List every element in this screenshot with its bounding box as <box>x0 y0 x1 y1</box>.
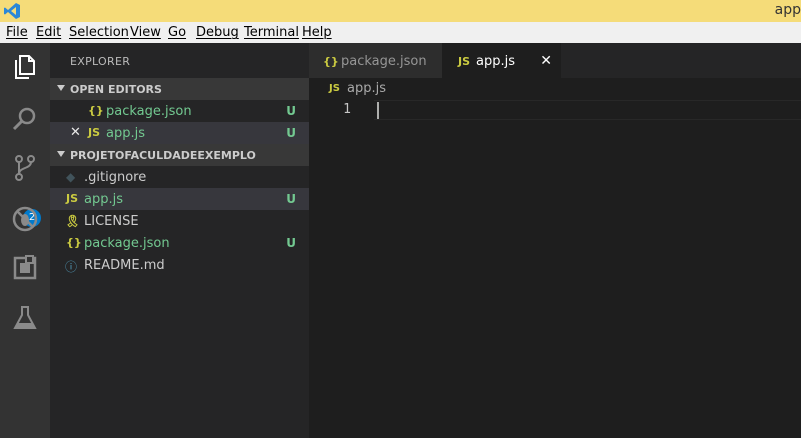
git-status-badge: U <box>286 236 296 250</box>
file-name: package.json <box>84 236 170 251</box>
project-folder-header[interactable]: PROJETOFACULDADEEXEMPLO <box>50 144 309 166</box>
menu-debug[interactable]: Debug <box>196 25 239 40</box>
debug-icon[interactable] <box>10 204 40 234</box>
close-icon[interactable]: ✕ <box>70 125 81 140</box>
json-file-icon: {} <box>88 104 104 117</box>
js-file-icon: JS <box>66 192 79 205</box>
search-icon[interactable] <box>10 104 40 134</box>
js-file-icon: JS <box>88 126 101 139</box>
file-name: .gitignore <box>84 170 147 185</box>
menu-terminal[interactable]: Terminal <box>244 25 299 40</box>
current-line-highlight <box>374 100 801 120</box>
file-item-readme[interactable]: ⓘ README.md <box>50 254 309 276</box>
breadcrumb-item-app-js[interactable]: app.js <box>347 81 386 96</box>
license-file-icon: 🎗 <box>65 214 81 228</box>
open-editor-name: package.json <box>106 104 192 119</box>
project-folder-label: PROJETOFACULDADEEXEMPLO <box>70 149 256 162</box>
tab-package-json[interactable]: {} package.json <box>309 43 442 78</box>
tab-app-js[interactable]: JS app.js ✕ <box>442 43 561 78</box>
explorer-title: EXPLORER <box>70 55 131 68</box>
menu-file[interactable]: File <box>6 25 28 40</box>
vscode-logo-icon <box>4 3 20 19</box>
file-item-gitignore[interactable]: ◆ .gitignore <box>50 166 309 188</box>
menu-help[interactable]: Help <box>302 25 332 40</box>
code-editor[interactable]: 1 <box>309 100 801 438</box>
line-number: 1 <box>343 102 351 117</box>
open-editor-name: app.js <box>106 126 145 141</box>
chevron-down-icon <box>57 151 65 157</box>
file-item-license[interactable]: 🎗 LICENSE <box>50 210 309 232</box>
file-name: LICENSE <box>84 214 139 229</box>
git-status-badge: U <box>286 104 296 118</box>
editor-tab-bar: {} package.json JS app.js ✕ <box>309 43 801 78</box>
file-item-package-json[interactable]: {} package.json U <box>50 232 309 254</box>
explorer-sidebar: EXPLORER OPEN EDITORS {} package.json U … <box>50 43 309 438</box>
info-file-icon: ⓘ <box>65 260 78 274</box>
open-editor-item-package-json[interactable]: {} package.json U <box>50 100 309 122</box>
menu-view[interactable]: View <box>130 25 161 40</box>
open-editor-item-app-js[interactable]: ✕ JS app.js U <box>50 122 309 144</box>
menu-edit[interactable]: Edit <box>36 25 61 40</box>
breadcrumb: JS app.js <box>309 78 801 100</box>
tab-label: app.js <box>476 54 515 69</box>
files-icon[interactable] <box>10 52 40 82</box>
json-file-icon: {} <box>323 55 339 68</box>
js-file-icon: JS <box>458 55 471 68</box>
title-bar: app <box>0 0 801 22</box>
git-status-badge: U <box>286 192 296 206</box>
open-editors-header[interactable]: OPEN EDITORS <box>50 78 309 100</box>
text-cursor <box>377 102 379 119</box>
file-name: README.md <box>84 258 165 273</box>
tab-close-icon[interactable]: ✕ <box>540 53 552 69</box>
menu-selection[interactable]: Selection <box>69 25 129 40</box>
file-item-app-js[interactable]: JS app.js U <box>50 188 309 210</box>
flask-icon[interactable] <box>10 303 40 333</box>
chevron-down-icon <box>57 85 65 91</box>
activity-bar: 2 <box>0 43 50 438</box>
git-status-badge: U <box>286 126 296 140</box>
source-control-icon[interactable] <box>10 153 40 183</box>
js-file-icon: JS <box>329 83 340 94</box>
menu-bar: File Edit Selection View Go Debug Termin… <box>0 22 801 43</box>
open-editors-label: OPEN EDITORS <box>70 83 162 96</box>
file-name: app.js <box>84 192 123 207</box>
json-file-icon: {} <box>66 236 82 249</box>
window-title: app <box>774 2 801 18</box>
tab-label: package.json <box>341 54 427 69</box>
git-file-icon: ◆ <box>66 170 76 184</box>
extensions-icon[interactable] <box>10 253 40 283</box>
menu-go[interactable]: Go <box>168 25 186 40</box>
